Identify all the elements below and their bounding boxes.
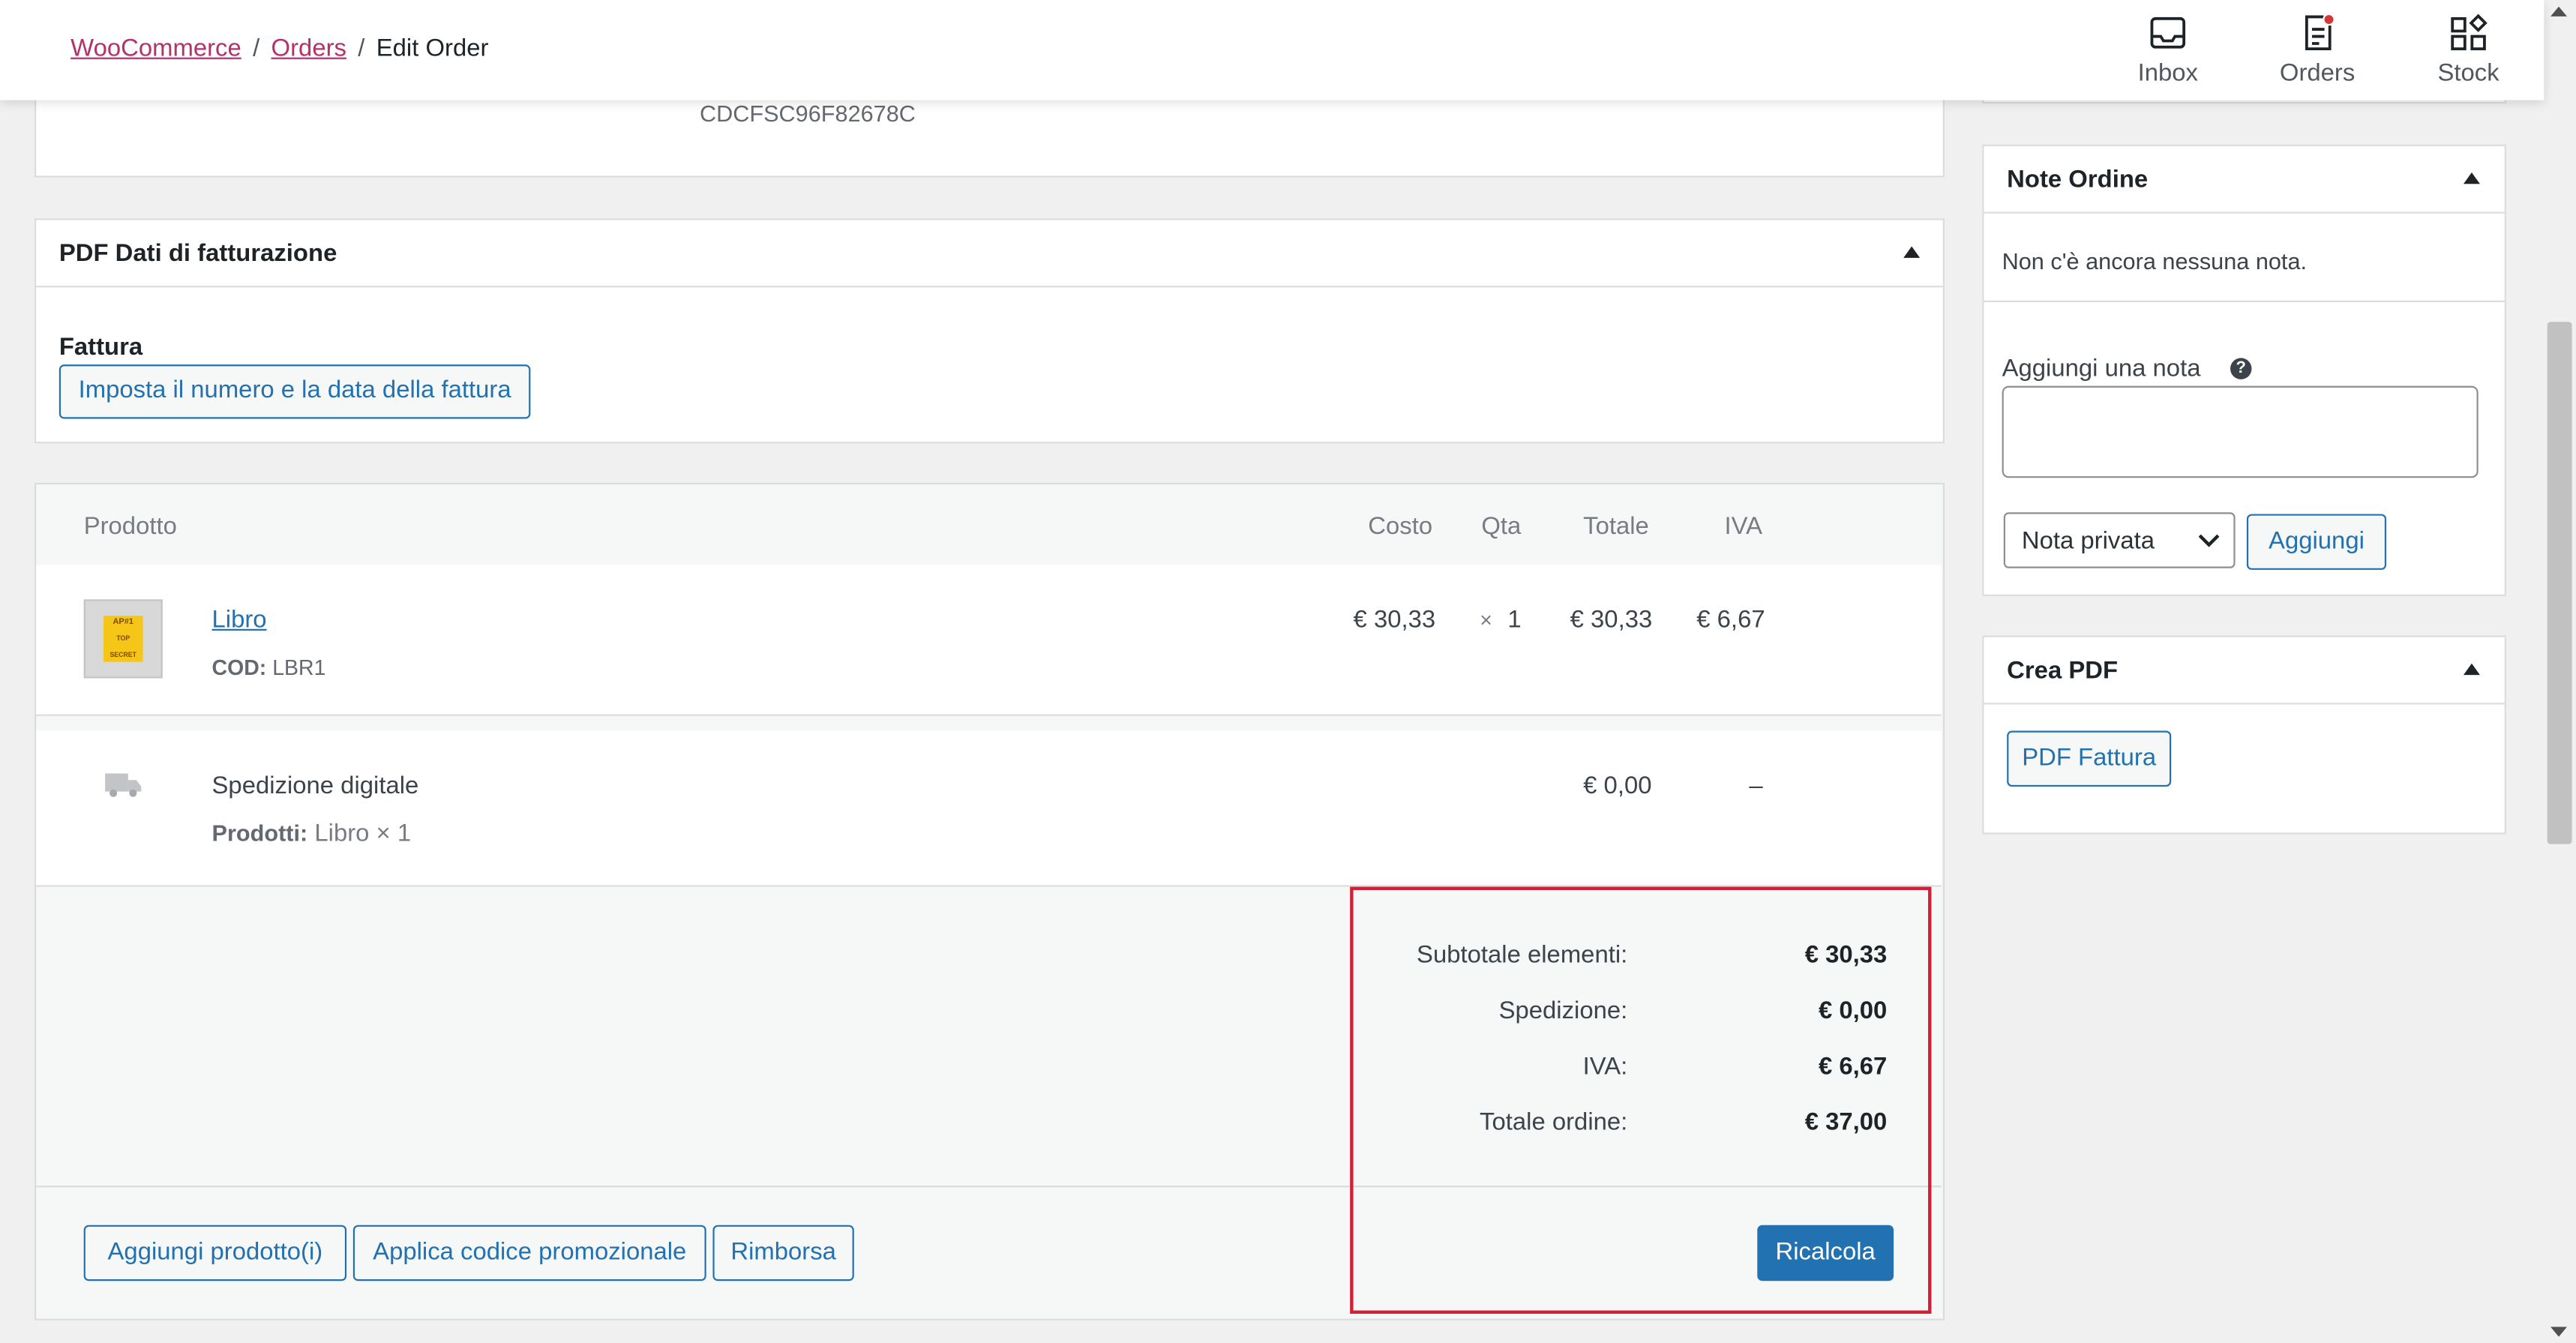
breadcrumb-woocommerce-link[interactable]: WooCommerce bbox=[70, 34, 241, 62]
apply-coupon-button[interactable]: Applica codice promozionale bbox=[352, 1225, 706, 1282]
panel-header[interactable]: PDF Dati di fatturazione bbox=[36, 220, 1943, 288]
product-name-link[interactable]: Libro bbox=[212, 606, 267, 634]
scroll-down-arrow[interactable] bbox=[2551, 1327, 2567, 1337]
scroll-up-arrow[interactable] bbox=[2551, 6, 2567, 16]
no-notes-text: Non c'è ancora nessuna nota. bbox=[2002, 247, 2308, 274]
breadcrumb-current: Edit Order bbox=[376, 34, 489, 63]
product-qty: 1 bbox=[1507, 606, 1522, 634]
column-header-product: Prodotto bbox=[83, 512, 177, 541]
product-sku: COD: LBR1 bbox=[212, 655, 326, 680]
panel-title: Note Ordine bbox=[2007, 166, 2149, 194]
sku-label: COD: bbox=[211, 655, 267, 680]
column-header-total: Totale bbox=[1583, 512, 1649, 541]
note-type-value: Nota privata bbox=[2021, 526, 2155, 556]
shipping-name: Spedizione digitale bbox=[211, 772, 419, 800]
shipping-vat: – bbox=[1749, 772, 1763, 800]
inbox-label: Inbox bbox=[2137, 58, 2198, 88]
column-header-vat: IVA bbox=[1724, 512, 1763, 541]
chevron-down-icon bbox=[2198, 534, 2220, 547]
breadcrumb-separator: / bbox=[253, 34, 260, 63]
breadcrumb-orders-link[interactable]: Orders bbox=[271, 34, 346, 62]
create-pdf-panel: Crea PDF PDF Fattura bbox=[1982, 635, 2506, 835]
column-header-qty: Qta bbox=[1481, 512, 1522, 541]
truck-icon bbox=[105, 773, 142, 797]
product-total: € 30,33 bbox=[1570, 606, 1653, 634]
orders-icon bbox=[2305, 13, 2335, 51]
inbox-button[interactable]: Inbox bbox=[2119, 10, 2217, 87]
highlight-box bbox=[1350, 886, 1932, 1314]
thumbnail-text: TOP SECRET bbox=[109, 634, 137, 659]
add-note-button[interactable]: Aggiungi bbox=[2246, 514, 2387, 570]
pdf-invoice-button[interactable]: PDF Fattura bbox=[2007, 730, 2172, 787]
collapse-icon[interactable] bbox=[2464, 172, 2480, 184]
collapse-icon[interactable] bbox=[2464, 663, 2480, 676]
customer-code: CDCFSC96F82678C bbox=[699, 100, 916, 127]
orders-label: Orders bbox=[2279, 58, 2356, 88]
shipping-products-label: Prodotti: bbox=[211, 819, 308, 846]
refund-button[interactable]: Rimborsa bbox=[712, 1225, 854, 1282]
table-row: Spedizione digitale Prodotti: Libro × 1 … bbox=[36, 730, 1942, 887]
orders-button[interactable]: Orders bbox=[2268, 10, 2366, 87]
add-products-button[interactable]: Aggiungi prodotto(i) bbox=[83, 1225, 347, 1282]
stock-button[interactable]: Stock bbox=[2419, 10, 2518, 87]
collapse-icon[interactable] bbox=[1903, 246, 1921, 258]
inbox-icon bbox=[2150, 16, 2186, 49]
qty-times: × bbox=[1480, 607, 1492, 633]
column-header-cost: Costo bbox=[1368, 512, 1433, 541]
note-textarea[interactable] bbox=[2002, 385, 2479, 478]
sku-value: LBR1 bbox=[272, 655, 326, 680]
panel-title: PDF Dati di fatturazione bbox=[58, 239, 337, 268]
stock-label: Stock bbox=[2437, 58, 2500, 88]
set-invoice-number-button[interactable]: Imposta il numero e la data della fattur… bbox=[58, 364, 531, 419]
table-row: AP#1 TOP SECRET Libro COD: LBR1 € 30,33 … bbox=[36, 565, 1942, 716]
breadcrumb-separator: / bbox=[358, 34, 365, 63]
help-icon[interactable]: ? bbox=[2230, 358, 2252, 379]
admin-header: WooCommerce / Orders / Edit Order Inbox Orde… bbox=[0, 0, 2545, 100]
panel-header[interactable]: Crea PDF bbox=[1984, 637, 2505, 705]
pdf-billing-panel: PDF Dati di fatturazione Fattura Imposta… bbox=[34, 218, 1945, 444]
shipping-products: Prodotti: Libro × 1 bbox=[212, 820, 412, 847]
product-thumbnail[interactable]: AP#1 TOP SECRET bbox=[83, 599, 163, 679]
panel-header[interactable]: Note Ordine bbox=[1984, 146, 2505, 214]
shipping-products-value: Libro × 1 bbox=[314, 819, 412, 848]
add-note-label: Aggiungi una nota bbox=[2002, 355, 2201, 383]
breadcrumb: WooCommerce / Orders / Edit Order bbox=[70, 34, 488, 62]
panel-title: Crea PDF bbox=[2007, 657, 2119, 685]
product-thumbnail-image: AP#1 TOP SECRET bbox=[103, 616, 143, 662]
thumbnail-text: AP#1 bbox=[112, 617, 133, 628]
stock-icon bbox=[2451, 13, 2488, 51]
note-type-select[interactable]: Nota privata bbox=[2003, 512, 2236, 568]
scrollbar-thumb[interactable] bbox=[2547, 322, 2572, 844]
product-vat: € 6,67 bbox=[1696, 606, 1765, 634]
notes-divider bbox=[1984, 300, 2505, 302]
product-cost: € 30,33 bbox=[1353, 606, 1436, 634]
invoice-label: Fattura bbox=[58, 333, 143, 361]
shipping-total: € 0,00 bbox=[1583, 772, 1652, 800]
order-notes-panel: Note Ordine Non c'è ancora nessuna nota.… bbox=[1982, 144, 2506, 596]
